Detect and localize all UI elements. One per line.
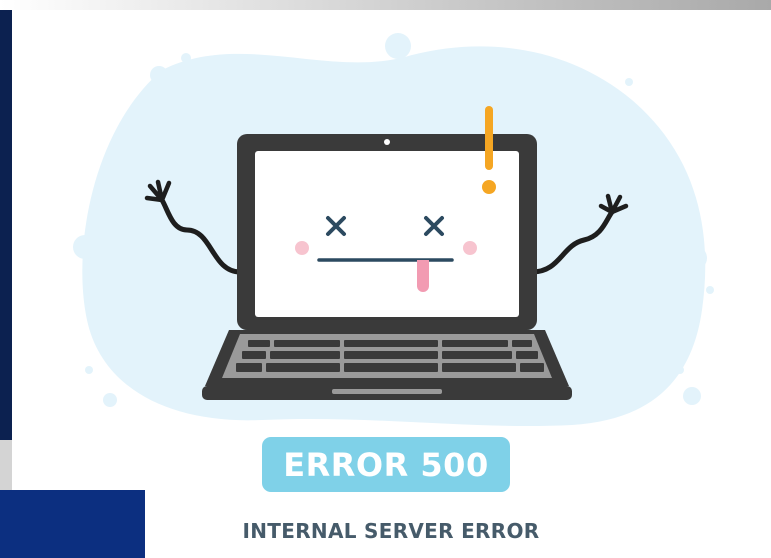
error-code: ERROR 500 bbox=[283, 445, 489, 484]
bubble bbox=[683, 387, 701, 405]
error-subtitle: INTERNAL SERVER ERROR bbox=[242, 519, 540, 543]
tongue bbox=[417, 260, 429, 292]
left-cheek bbox=[295, 241, 309, 255]
laptop-screen bbox=[255, 151, 519, 317]
bubble bbox=[85, 366, 93, 374]
bubble bbox=[706, 286, 714, 294]
bubble bbox=[369, 62, 381, 74]
bubble bbox=[595, 87, 617, 109]
webcam bbox=[384, 139, 390, 145]
trackpad-notch bbox=[332, 389, 442, 394]
bubble bbox=[73, 235, 97, 259]
bubble bbox=[625, 78, 633, 86]
background-gray-band bbox=[0, 0, 771, 10]
bubble bbox=[669, 279, 683, 293]
error-code-badge: ERROR 500 bbox=[262, 437, 510, 492]
bubble bbox=[114, 210, 130, 226]
bubble bbox=[676, 366, 684, 374]
bubble bbox=[683, 246, 707, 270]
bubble bbox=[103, 393, 117, 407]
error-card: ERROR 500 INTERNAL SERVER ERROR bbox=[12, 10, 771, 558]
bubble bbox=[385, 33, 411, 59]
bubble bbox=[150, 66, 168, 84]
exclamation-dot bbox=[482, 180, 496, 194]
keyboard-keys bbox=[236, 340, 544, 372]
background-navy-panel-overlay bbox=[12, 490, 145, 558]
exclamation-mark-icon bbox=[485, 106, 493, 170]
bubble bbox=[91, 204, 99, 212]
bubble bbox=[181, 53, 191, 63]
bubble bbox=[632, 111, 642, 121]
right-cheek bbox=[463, 241, 477, 255]
